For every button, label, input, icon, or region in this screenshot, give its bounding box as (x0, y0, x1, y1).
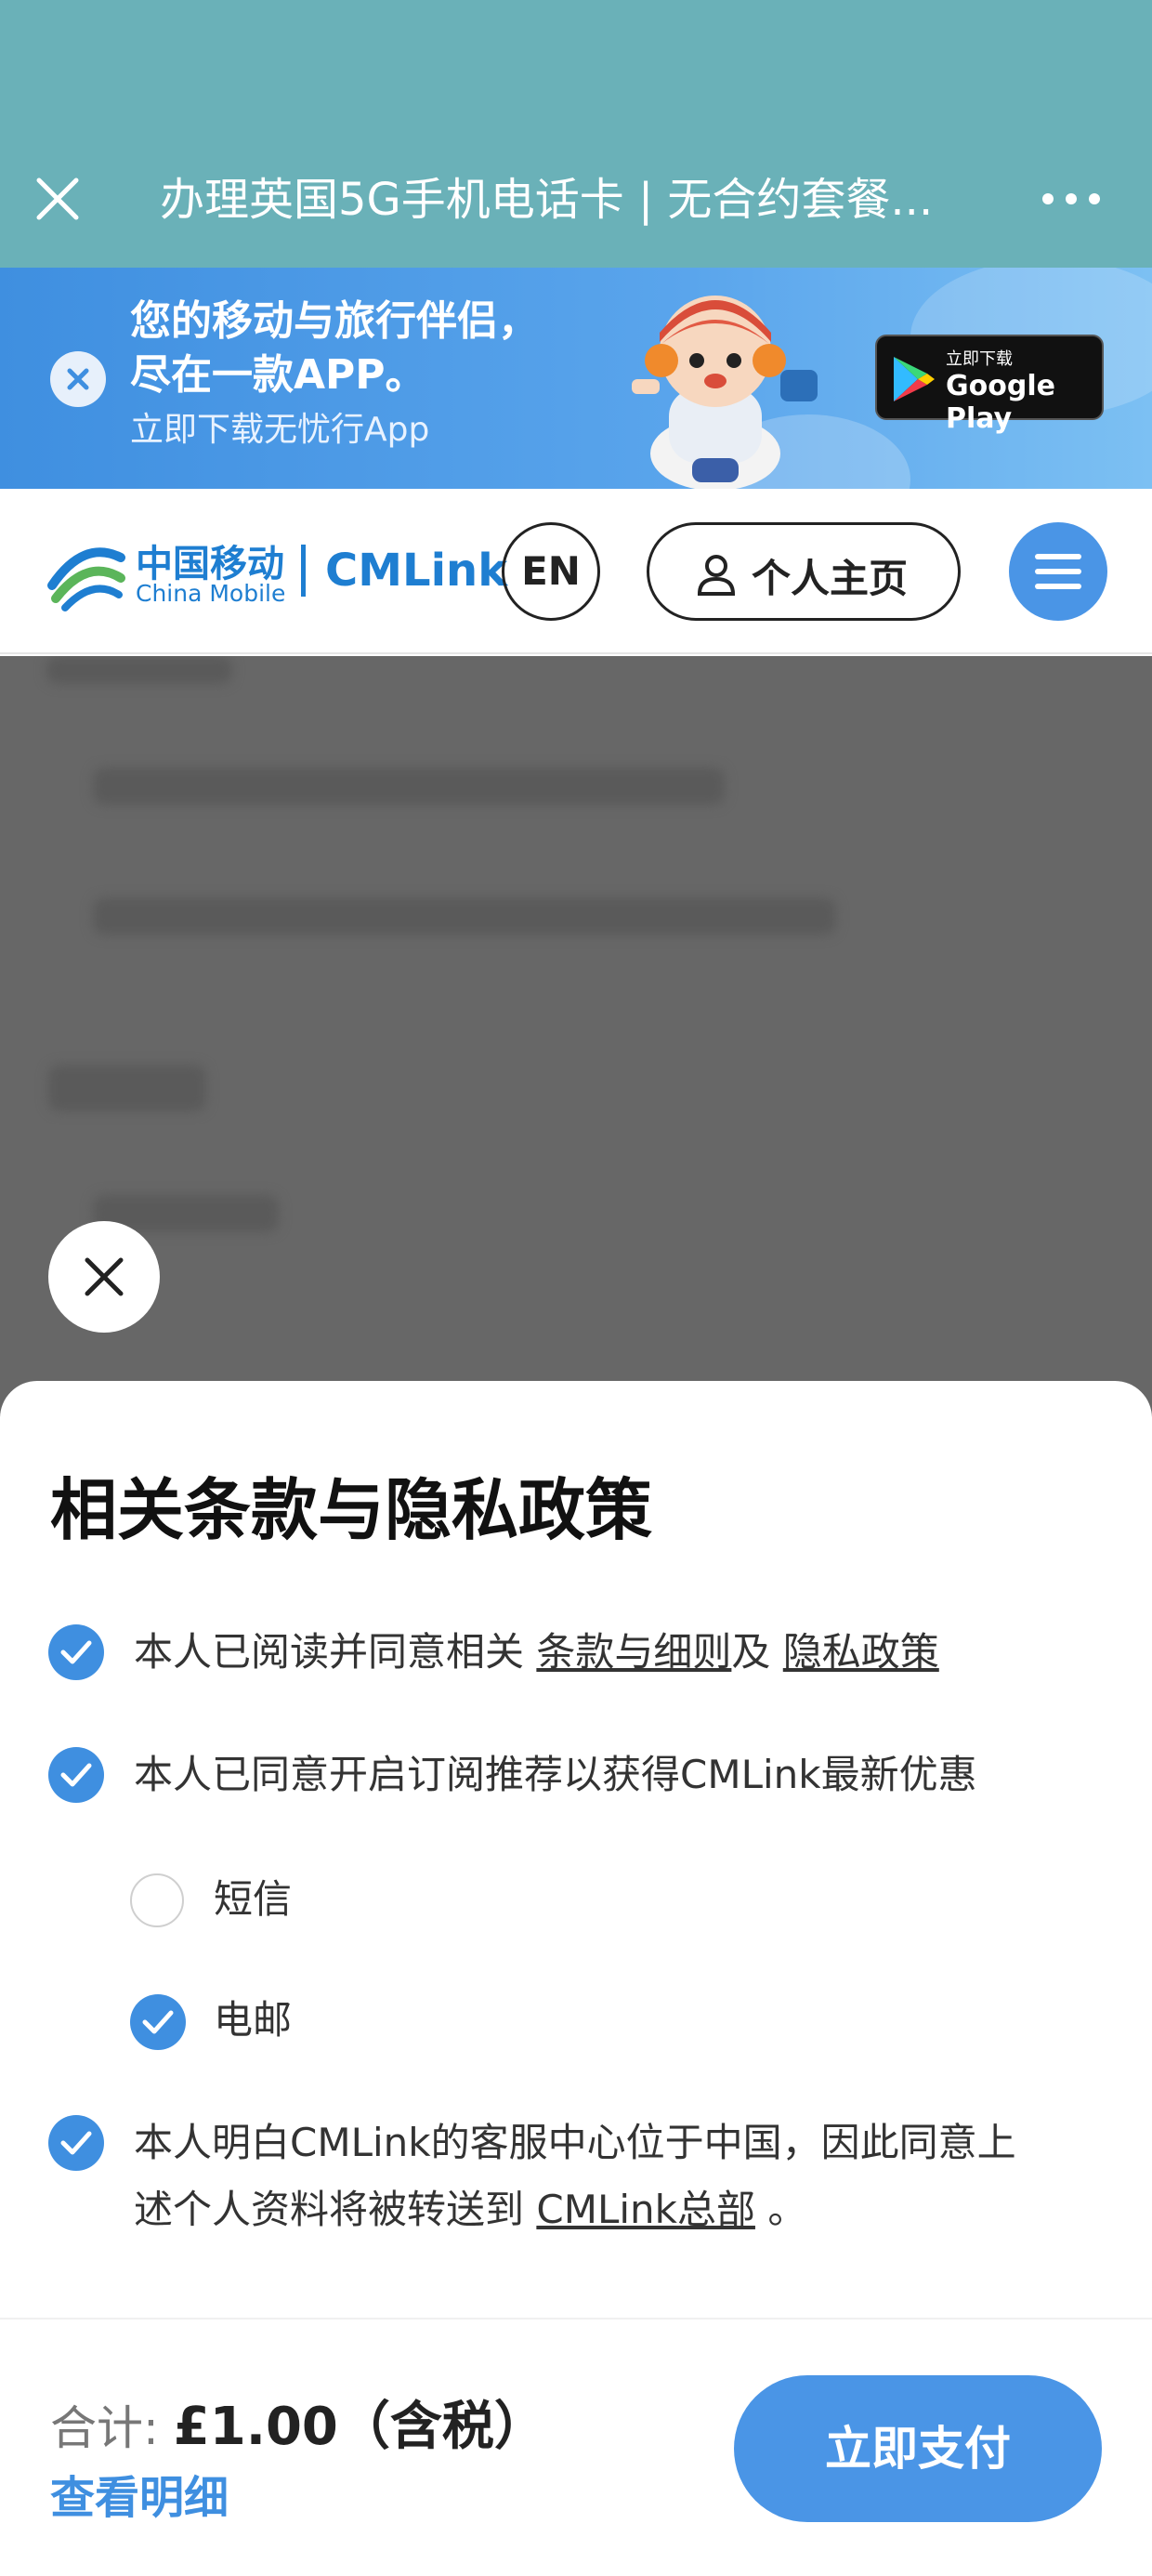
menu-icon-bar (1035, 569, 1081, 574)
transfer-text: 述个人资料将被转送到 (134, 2187, 525, 2232)
banner-line2: 尽在一款APP。 (130, 351, 426, 399)
close-icon[interactable] (28, 169, 87, 229)
cmlink-brand: CMLink (325, 545, 508, 597)
close-icon (67, 368, 89, 390)
transfer-line2: 述个人资料将被转送到 CMLink总部 。 (134, 2176, 806, 2243)
modal-close-button[interactable] (48, 1221, 160, 1333)
sms-checkbox[interactable] (130, 1873, 184, 1927)
check-icon (60, 1640, 92, 1664)
privacy-link[interactable]: 隐私政策 (783, 1629, 939, 1675)
terms-and: 及 (731, 1629, 771, 1675)
total-label: 合计: (50, 2401, 159, 2455)
store-big-label: Google Play (946, 370, 1055, 435)
terms-link[interactable]: 条款与细则 (536, 1629, 731, 1675)
user-icon (697, 555, 736, 596)
subscribe-checkbox[interactable] (48, 1747, 104, 1803)
logo-en-text: China Mobile (136, 580, 286, 607)
blurred-content (93, 898, 836, 935)
banner-line1: 您的移动与旅行伴侣， (130, 297, 539, 345)
terms-row: 本人已阅读并同意相关 条款与细则及 隐私政策 (134, 1619, 939, 1686)
browser-topbar: 办理英国5G手机电话卡 | 无合约套餐... (0, 0, 1152, 268)
transfer-line1: 本人明白CMLink的客服中心位于中国，因此同意上 (134, 2120, 1016, 2165)
footer-divider (0, 2318, 1152, 2320)
mascot-image (632, 296, 818, 489)
sheet-title: 相关条款与隐私政策 (50, 1471, 653, 1549)
profile-label: 个人主页 (752, 556, 909, 601)
terms-checkbox[interactable] (48, 1624, 104, 1680)
banner-close-button[interactable] (50, 351, 106, 407)
view-details-link[interactable]: 查看明细 (50, 2461, 229, 2526)
site-header: 中国移动 China Mobile CMLink EN 个人主页 (0, 489, 1152, 654)
blurred-content (48, 1065, 206, 1111)
more-icon[interactable] (1039, 180, 1104, 217)
total-amount: £1.00（含税） (173, 2397, 546, 2457)
google-play-button[interactable]: 立即下载 Google Play (875, 335, 1104, 435)
logo-separator (301, 545, 306, 597)
blurred-content (93, 768, 725, 805)
profile-button[interactable]: 个人主页 (647, 522, 961, 621)
email-checkbox[interactable] (130, 1994, 186, 2050)
check-icon (60, 1763, 92, 1787)
china-mobile-logo[interactable]: 中国移动 China Mobile CMLink (46, 526, 507, 619)
subscribe-label: 本人已同意开启订阅推荐以获得CMLink最新优惠 (134, 1752, 977, 1797)
pay-now-button[interactable]: 立即支付 (734, 2375, 1102, 2522)
cmlink-hq-link[interactable]: CMLink总部 (536, 2187, 755, 2232)
check-icon (60, 2131, 92, 2155)
menu-icon-bar (1035, 584, 1081, 589)
banner-line3: 立即下载无忧行App (130, 411, 430, 449)
close-icon (85, 1257, 124, 1296)
order-total: 合计: £1.00（含税） (50, 2385, 546, 2460)
menu-icon-bar (1035, 554, 1081, 559)
blurred-content (46, 656, 232, 684)
email-label: 电邮 (214, 1997, 293, 2043)
page-title: 办理英国5G手机电话卡 | 无合约套餐... (160, 174, 934, 226)
sms-label: 短信 (214, 1876, 293, 1922)
menu-button[interactable] (1009, 522, 1107, 621)
transfer-checkbox[interactable] (48, 2115, 104, 2171)
app-download-banner[interactable]: 您的移动与旅行伴侣， 尽在一款APP。 立即下载无忧行App 立即下载 Goog… (0, 268, 1152, 489)
modal-backdrop[interactable] (0, 656, 1152, 1418)
google-play-icon (894, 357, 935, 401)
terms-text: 本人已阅读并同意相关 (134, 1629, 525, 1675)
china-mobile-logo-icon (47, 547, 125, 611)
transfer-suffix: 。 (767, 2187, 807, 2232)
check-icon (142, 2010, 174, 2034)
language-button[interactable]: EN (502, 522, 600, 621)
store-small-label: 立即下载 (946, 349, 1013, 369)
